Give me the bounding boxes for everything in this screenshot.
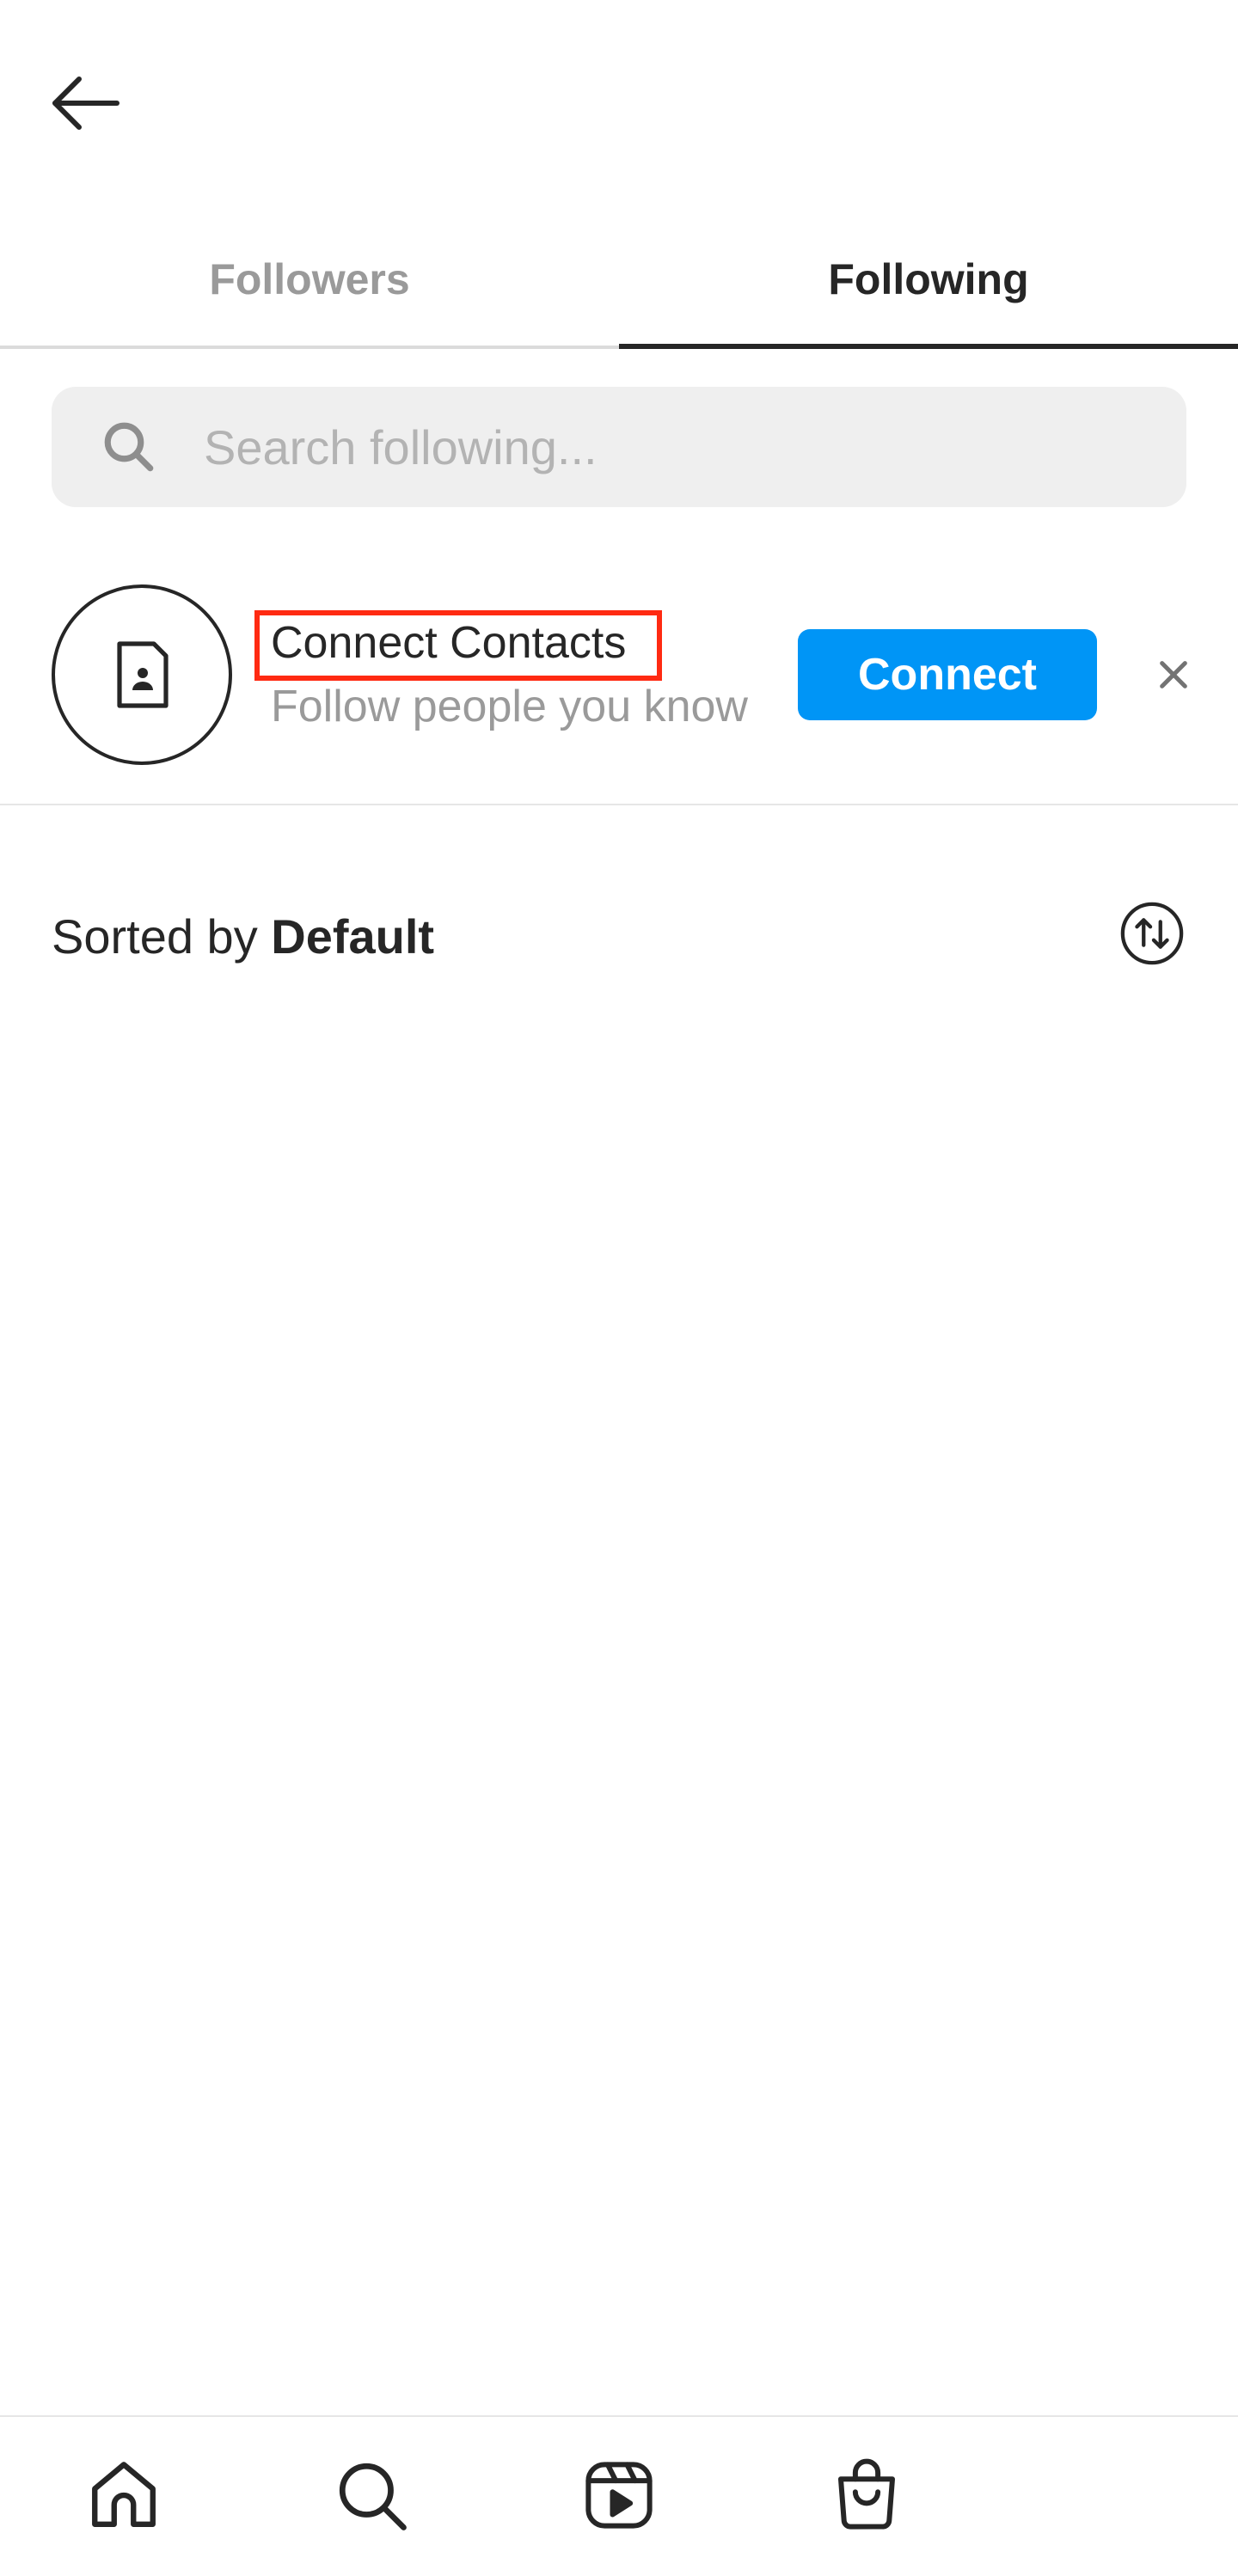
sort-label: Sorted by Default bbox=[52, 909, 434, 964]
search-icon[interactable] bbox=[330, 2454, 413, 2536]
active-tab-indicator bbox=[619, 344, 1238, 349]
reels-icon[interactable] bbox=[578, 2454, 660, 2536]
tab-following[interactable]: Following bbox=[619, 211, 1238, 348]
sort-value: Default bbox=[271, 909, 435, 964]
search-input[interactable] bbox=[202, 418, 1134, 476]
follow-tabs: Followers Following bbox=[0, 211, 1238, 348]
sort-arrows-icon bbox=[1120, 902, 1184, 965]
contact-avatar bbox=[52, 584, 232, 765]
contact-card-icon bbox=[117, 641, 169, 708]
back-button[interactable] bbox=[34, 52, 138, 155]
bottom-nav-divider bbox=[0, 2415, 1238, 2417]
sort-button[interactable] bbox=[1118, 899, 1186, 968]
connect-contacts-subtitle: Follow people you know bbox=[271, 682, 748, 731]
connect-contacts-title[interactable]: Connect Contacts bbox=[271, 617, 626, 669]
connect-button[interactable]: Connect bbox=[798, 629, 1097, 720]
sort-prefix: Sorted by bbox=[52, 909, 272, 964]
search-bar[interactable] bbox=[52, 387, 1186, 507]
search-icon bbox=[99, 417, 159, 477]
close-icon bbox=[1160, 661, 1187, 688]
shop-icon[interactable] bbox=[825, 2454, 908, 2536]
suggestion-divider bbox=[0, 804, 1238, 805]
dismiss-button[interactable] bbox=[1148, 649, 1199, 701]
tab-followers[interactable]: Followers bbox=[0, 211, 619, 348]
arrow-left-icon bbox=[52, 76, 120, 130]
home-icon[interactable] bbox=[83, 2454, 165, 2536]
